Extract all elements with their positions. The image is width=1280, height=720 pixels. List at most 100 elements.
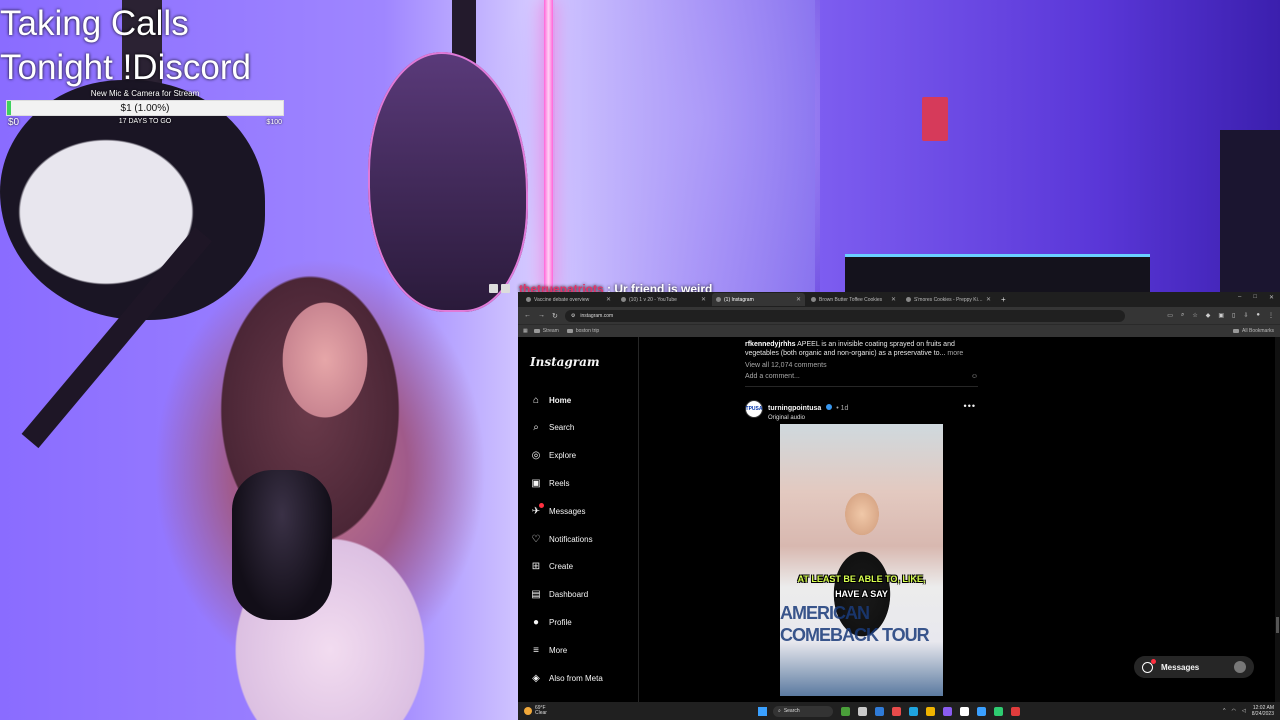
verified-badge-icon <box>825 404 832 410</box>
post-time: • 1d <box>836 405 849 412</box>
taskbar-search[interactable]: ⌕ Search <box>773 705 833 717</box>
sidebar-item-label: Home <box>549 395 572 405</box>
back-icon[interactable]: ← <box>524 312 531 319</box>
extension-icon[interactable]: ◆ <box>1206 312 1211 319</box>
download-icon[interactable]: ⇩ <box>1243 312 1248 319</box>
sidebar-item-more[interactable]: ≡ More <box>530 642 567 658</box>
bookmark-folder[interactable]: boston trip <box>566 328 599 334</box>
instagram-page: Instagram ⌂ Home ⌕ Search ◎ Explore ▣ Reels ✈ Mes… <box>518 337 1280 702</box>
taskbar-app-icon[interactable] <box>977 706 986 716</box>
tab-close-icon[interactable]: ✕ <box>986 296 991 303</box>
instagram-sidebar: Instagram ⌂ Home ⌕ Search ◎ Explore ▣ Reels ✈ Mes… <box>518 337 639 702</box>
reload-icon[interactable]: ↻ <box>552 312 558 320</box>
taskbar-app-icon[interactable] <box>841 706 850 716</box>
taskbar-app-icon[interactable] <box>875 706 884 716</box>
kebab-menu-icon[interactable]: ⋮ <box>1268 312 1274 319</box>
taskbar-app-icon[interactable] <box>960 706 969 716</box>
video-banner-text: AMERICAN COMEBACK TOUR <box>780 603 930 645</box>
forward-icon[interactable]: → <box>538 312 545 319</box>
taskbar-app-icon[interactable] <box>909 706 918 716</box>
apps-grid-icon[interactable]: ▦ <box>523 328 528 334</box>
browser-tab[interactable]: (1) Instagram ✕ <box>712 293 805 306</box>
tab-close-icon[interactable]: ✕ <box>796 296 801 303</box>
close-icon[interactable]: ✕ <box>1269 294 1274 301</box>
sidebar-item-also-from-meta[interactable]: ◈ Also from Meta <box>530 670 603 686</box>
minimize-icon[interactable]: – <box>1238 294 1241 301</box>
taskbar-app-icon[interactable] <box>1011 706 1020 716</box>
url-text: instagram.com <box>580 312 614 319</box>
sidebar-item-label: Notifications <box>549 534 593 544</box>
sidebar-item-search[interactable]: ⌕ Search <box>530 420 574 436</box>
post-audio[interactable]: Original audio <box>768 415 848 421</box>
bookmark-folder[interactable]: Stream <box>533 328 559 334</box>
emoji-icon[interactable]: ☺ <box>971 373 978 380</box>
sidebar-item-label: More <box>549 645 568 655</box>
browser-tab[interactable]: (10) 1 v 20 - YouTube ✕ <box>617 293 710 306</box>
messages-pill-label: Messages <box>1161 662 1200 672</box>
bookmark-star-icon[interactable]: ☆ <box>1192 312 1197 319</box>
tab-close-icon[interactable]: ✕ <box>606 296 611 303</box>
tab-title: S'mores Cookies - Preppy Kitch <box>914 296 983 303</box>
badge-icon <box>489 284 498 293</box>
sidebar-item-dashboard[interactable]: ▤ Dashboard <box>530 587 588 603</box>
tab-close-icon[interactable]: ✕ <box>891 296 896 303</box>
sidebar-item-notifications[interactable]: ♡ Notifications <box>530 531 593 547</box>
sidebar-item-explore[interactable]: ◎ Explore <box>530 448 577 464</box>
sidebar-icon[interactable]: ▯ <box>1232 312 1235 319</box>
site-info-icon[interactable]: ⚙ <box>571 313 575 319</box>
browser-tab[interactable]: Vaccine debate overview ✕ <box>522 293 615 306</box>
add-comment-field[interactable]: Add a comment... ☺ <box>745 373 978 387</box>
search-icon: ⌕ <box>533 422 539 434</box>
sidebar-item-reels[interactable]: ▣ Reels <box>530 475 569 491</box>
windows-start-icon[interactable] <box>758 706 767 716</box>
taskbar-app-icon[interactable] <box>994 706 1003 716</box>
taskbar-app-icon[interactable] <box>892 706 901 716</box>
post-options-icon[interactable]: ••• <box>964 401 976 411</box>
plus-square-icon: ⊞ <box>531 561 541 573</box>
prev-post-caption: rfkennedyjrhhs APEEL is an invisible coa… <box>745 340 978 358</box>
scrollbar-thumb[interactable] <box>1276 617 1279 633</box>
cast-icon[interactable]: ▭ <box>1167 312 1173 319</box>
caption-more-link[interactable]: more <box>947 350 963 357</box>
weather-widget[interactable]: 69°F Clear <box>518 706 758 716</box>
profile-icon[interactable]: ● <box>1256 312 1260 319</box>
neon-light-strip <box>544 0 553 292</box>
taskbar-app-icon[interactable] <box>926 706 935 716</box>
browser-tab[interactable]: S'mores Cookies - Preppy Kitch ✕ <box>902 293 995 306</box>
clock-date: 8/24/2023 <box>1251 711 1274 717</box>
taskbar-clock[interactable]: 12:02 AM 8/24/2023 <box>1252 705 1274 717</box>
tab-favicon-icon <box>621 297 626 302</box>
zoom-icon[interactable]: ⌕ <box>1181 312 1184 319</box>
maximize-icon[interactable]: □ <box>1253 294 1257 301</box>
sidebar-item-create[interactable]: ⊞ Create <box>530 559 573 575</box>
post-video[interactable]: AT LEAST BE ABLE TO, LIKE, HAVE A SAY AM… <box>780 424 943 696</box>
sidebar-item-messages[interactable]: ✈ Messages <box>530 503 585 519</box>
instagram-logo[interactable]: Instagram <box>530 355 600 369</box>
taskbar-app-icon[interactable] <box>943 706 952 716</box>
goal-footer: $0 17 DAYS TO GO $100 <box>6 116 284 128</box>
taskbar-app-icon[interactable] <box>858 706 867 716</box>
sidebar-item-home[interactable]: ⌂ Home <box>530 392 571 408</box>
chevron-up-icon[interactable]: ^ <box>1223 708 1225 714</box>
prev-post-username[interactable]: rfkennedyjrhhs <box>745 341 796 348</box>
bookmarks-bar: ▦ Stream boston trip All Bookmarks <box>518 324 1280 337</box>
sidebar-item-label: Reels <box>549 478 570 488</box>
video-caption-line2: HAVE A SAY <box>835 589 888 599</box>
view-comments-link[interactable]: View all 12,074 comments <box>745 362 978 369</box>
post-avatar[interactable]: TPUSA <box>745 400 763 418</box>
wifi-icon[interactable]: ◠ <box>1232 708 1236 714</box>
extensions-puzzle-icon[interactable]: ▣ <box>1218 312 1224 319</box>
post-meta: turningpointusa • 1d Original audio <box>768 397 848 421</box>
post-username[interactable]: turningpointusa <box>768 405 821 412</box>
address-bar[interactable]: ⚙ instagram.com <box>564 309 1125 322</box>
sidebar-item-label: Search <box>549 423 575 433</box>
volume-icon[interactable]: ◁ <box>1242 708 1246 714</box>
webcam-wall <box>820 0 1280 292</box>
new-tab-button[interactable]: + <box>1001 295 1006 304</box>
messages-pill-button[interactable]: Messages <box>1134 656 1254 678</box>
tab-close-icon[interactable]: ✕ <box>701 296 706 303</box>
sidebar-item-profile[interactable]: ● Profile <box>530 614 572 630</box>
browser-tab[interactable]: Brown Butter Toffee Cookies ✕ <box>807 293 900 306</box>
all-bookmarks-button[interactable]: All Bookmarks <box>1233 328 1274 334</box>
page-scrollbar[interactable] <box>1275 337 1280 702</box>
